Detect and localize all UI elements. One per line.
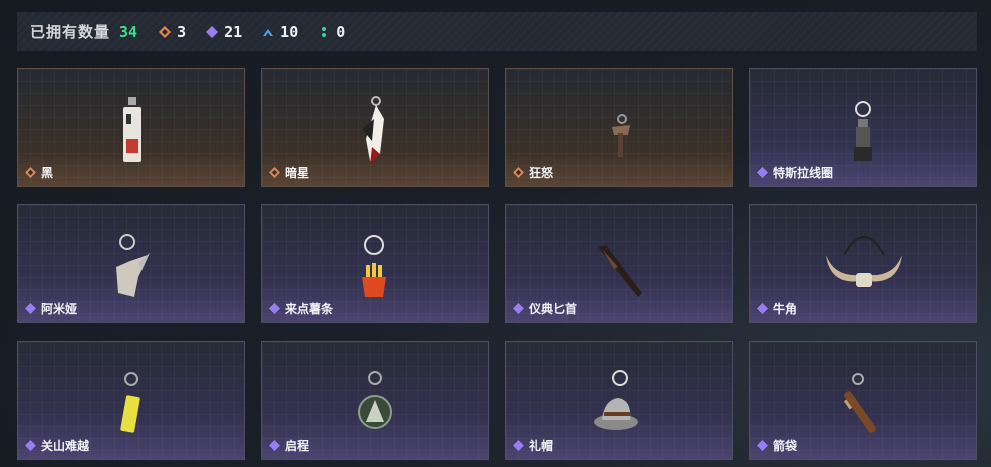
orange-diamond-icon [513, 167, 524, 178]
stat-orange-count: 3 [177, 22, 187, 41]
stat-orange: 3 [159, 23, 186, 41]
stat-blue: 10 [262, 23, 298, 41]
item-name: 暗星 [285, 166, 310, 180]
item-card[interactable]: 阿米娅 [17, 204, 245, 323]
item-card[interactable]: 牛角 [749, 204, 977, 323]
purple-diamond-icon [25, 303, 36, 314]
item-card[interactable]: 关山难越 [17, 341, 245, 460]
item-card[interactable]: 启程 [261, 341, 489, 460]
purple-diamond-icon [757, 167, 768, 178]
stat-purple-count: 21 [224, 22, 243, 41]
purple-diamond-icon [513, 440, 524, 451]
orange-diamond-icon [25, 167, 36, 178]
item-card[interactable]: 礼帽 [505, 341, 733, 460]
green-dots-icon [322, 26, 327, 37]
stat-purple: 21 [206, 23, 242, 41]
item-name: 特斯拉线圈 [773, 166, 834, 180]
item-card[interactable]: 暗星 [261, 68, 489, 187]
purple-diamond-icon [269, 303, 280, 314]
item-card[interactable]: 黑 [17, 68, 245, 187]
item-card[interactable]: 来点薯条 [261, 204, 489, 323]
blue-chevron-icon [263, 28, 274, 36]
purple-diamond-icon [513, 303, 524, 314]
orange-diamond-icon [159, 25, 172, 38]
owned-count: 34 [119, 22, 138, 41]
item-name: 关山难越 [41, 439, 90, 453]
purple-diamond-icon [757, 440, 768, 451]
item-name: 箭袋 [773, 439, 798, 453]
item-name: 仪典匕首 [529, 302, 578, 316]
owned-summary-bar: 已拥有数量 34 3 21 10 0 [17, 12, 977, 51]
item-name: 礼帽 [529, 439, 554, 453]
item-card[interactable]: 特斯拉线圈 [749, 68, 977, 187]
owned-label: 已拥有数量 [30, 24, 111, 41]
purple-diamond-icon [757, 303, 768, 314]
item-card[interactable]: 狂怒 [505, 68, 733, 187]
purple-diamond-icon [269, 440, 280, 451]
stat-green: 0 [318, 23, 345, 41]
item-name: 牛角 [773, 302, 798, 316]
item-name: 来点薯条 [285, 302, 334, 316]
item-name: 黑 [41, 166, 54, 180]
purple-diamond-icon [206, 25, 219, 38]
item-name: 启程 [285, 439, 310, 453]
stat-green-count: 0 [336, 22, 346, 41]
item-name: 阿米娅 [41, 302, 78, 316]
item-card[interactable]: 箭袋 [749, 341, 977, 460]
orange-diamond-icon [269, 167, 280, 178]
item-card[interactable]: 仪典匕首 [505, 204, 733, 323]
purple-diamond-icon [25, 440, 36, 451]
stat-blue-count: 10 [280, 22, 299, 41]
item-name: 狂怒 [529, 166, 554, 180]
